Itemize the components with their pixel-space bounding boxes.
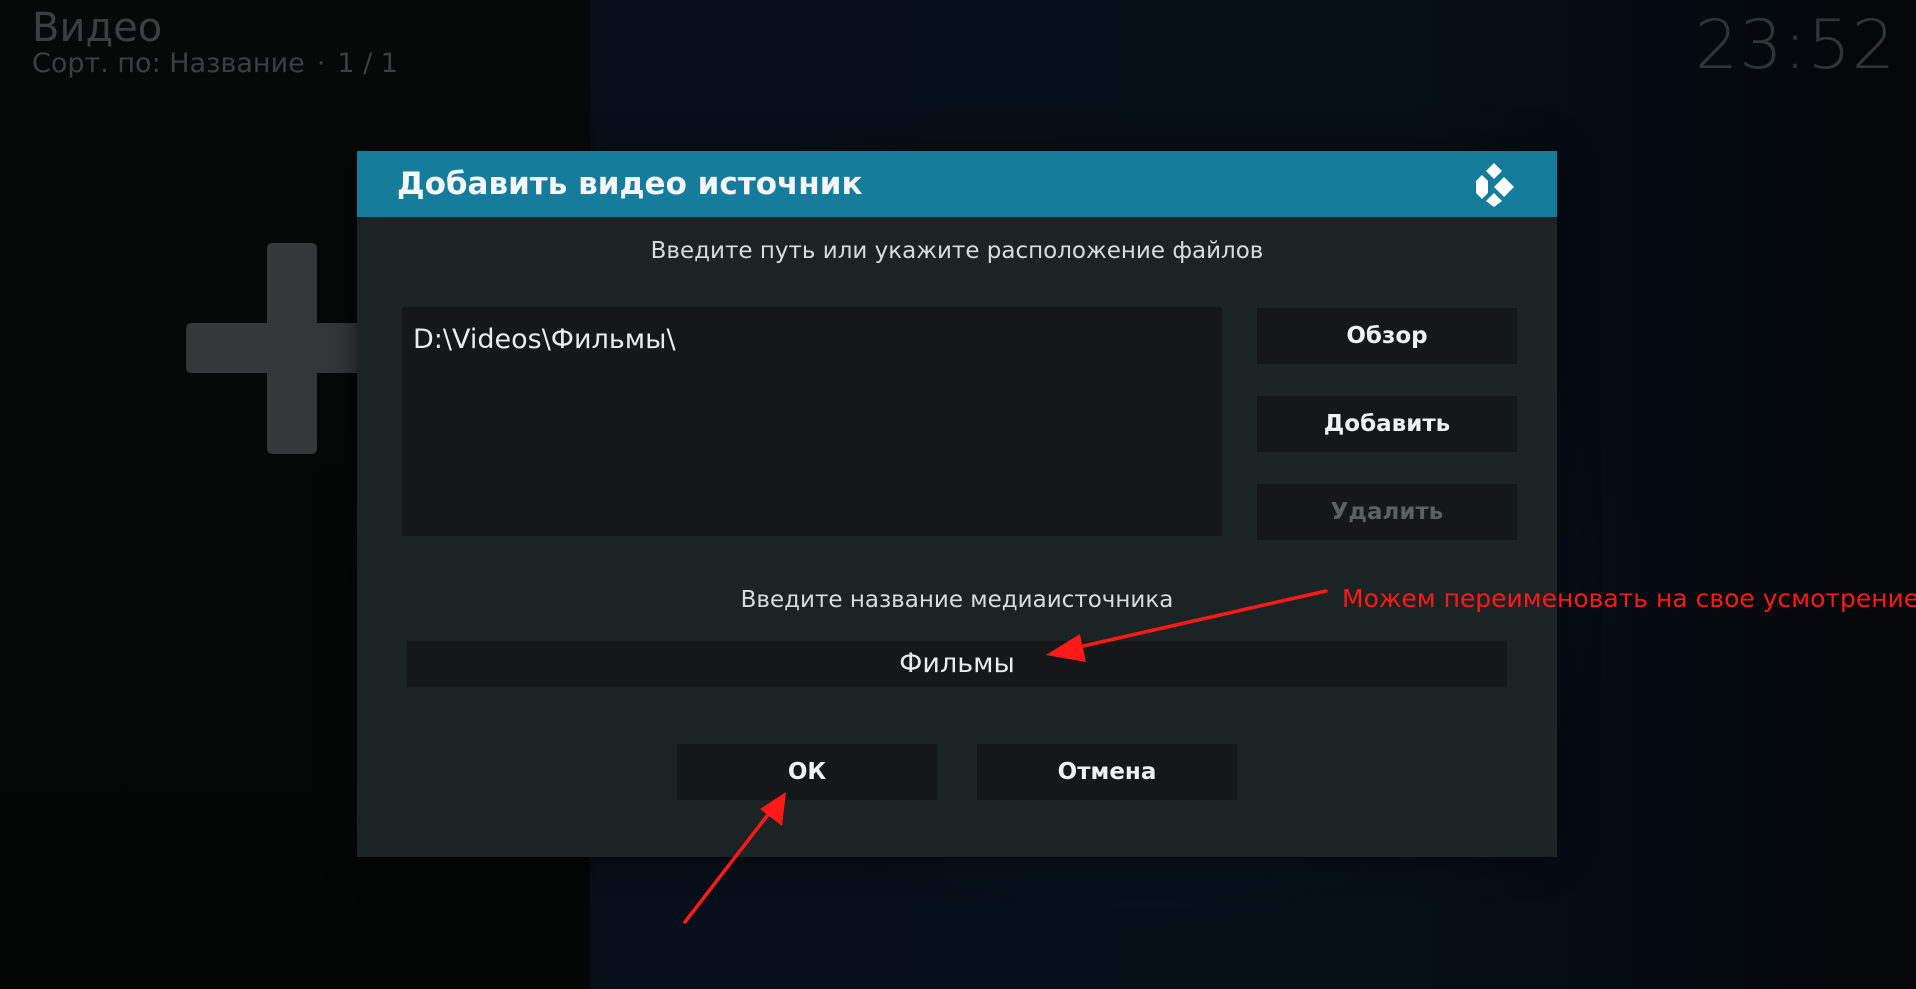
ok-button[interactable]: ОК xyxy=(677,744,937,800)
remove-button[interactable]: Удалить xyxy=(1257,484,1517,540)
page-counter: 1 / 1 xyxy=(337,48,398,79)
kodi-logo-icon xyxy=(1476,163,1514,207)
separator-dot: · xyxy=(316,48,326,79)
kodi-screen: Видео Сорт. по: Название · 1 / 1 23:52 Доб… xyxy=(0,0,1916,989)
dialog-title: Добавить видео источник xyxy=(397,166,863,202)
sort-label[interactable]: Сорт. по: Название xyxy=(32,48,305,79)
source-name-input[interactable]: Фильмы xyxy=(407,641,1507,687)
cancel-button[interactable]: Отмена xyxy=(977,744,1237,800)
browse-button[interactable]: Обзор xyxy=(1257,308,1517,364)
add-button[interactable]: Добавить xyxy=(1257,396,1517,452)
sort-info: Сорт. по: Название · 1 / 1 xyxy=(32,46,398,82)
annotation-text: Можем переименовать на свое усмотрение xyxy=(1342,584,1916,613)
path-list-item[interactable]: D:\Videos\Фильмы\ xyxy=(413,323,1211,357)
clock: 23:52 xyxy=(1695,6,1896,85)
dialog-header: Добавить видео источник xyxy=(357,151,1557,217)
add-video-source-dialog: Добавить видео источник Введите путь или… xyxy=(357,151,1557,857)
path-list[interactable]: D:\Videos\Фильмы\ xyxy=(402,307,1222,536)
path-prompt: Введите путь или укажите расположение фа… xyxy=(650,238,1264,264)
